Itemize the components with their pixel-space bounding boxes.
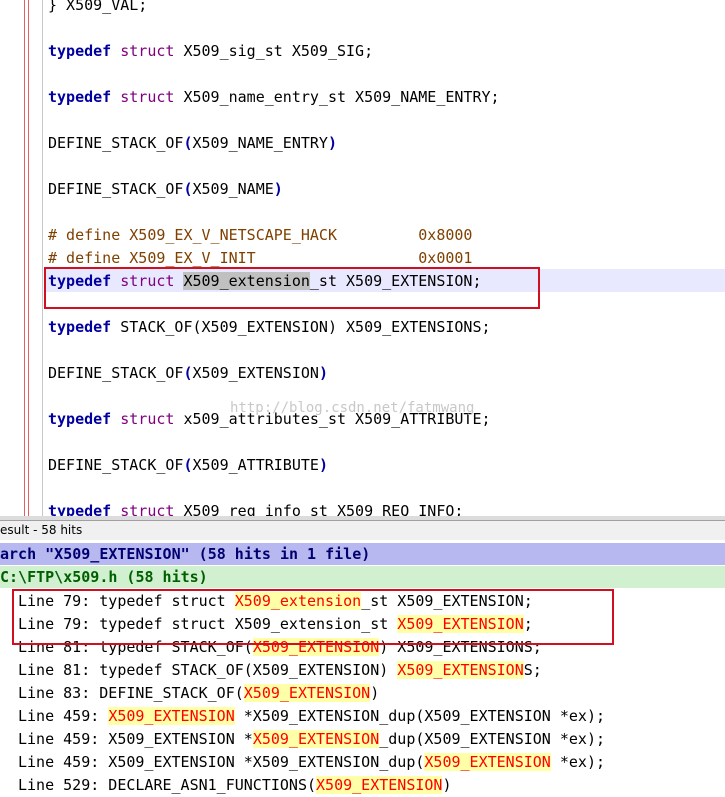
code-token: DEFINE_STACK_OF	[48, 456, 184, 474]
code-token: X509_req_info_st X509_REQ_INFO;	[174, 502, 464, 516]
result-line[interactable]: Line 459: X509_EXTENSION *X509_EXTENSION…	[18, 705, 605, 728]
code-token: typedef	[48, 88, 112, 106]
result-text: )	[370, 684, 380, 702]
result-text: *ex);	[550, 753, 606, 771]
code-line: DEFINE_STACK_OF(X509_NAME)	[48, 178, 283, 201]
code-token: typedef	[48, 42, 112, 60]
code-token: (	[183, 364, 193, 382]
code-token: X509_ATTRIBUTE	[192, 456, 319, 474]
result-text: S;	[523, 661, 542, 679]
code-token: X509_name_entry_st X509_NAME_ENTRY;	[174, 88, 500, 106]
code-token: struct	[120, 88, 175, 106]
code-token: struct	[120, 502, 175, 516]
code-line: typedef struct X509_sig_st X509_SIG;	[48, 40, 373, 63]
result-text: Line 529: DECLARE_ASN1_FUNCTIONS(	[18, 776, 317, 794]
result-line[interactable]: Line 81: typedef STACK_OF(X509_EXTENSION…	[18, 659, 542, 682]
result-text: _dup(X509_EXTENSION *ex);	[379, 730, 606, 748]
result-text: Line 459:	[18, 707, 109, 725]
file-header[interactable]: C:\FTP\x509.h (58 hits)	[0, 566, 725, 588]
code-token: struct	[120, 42, 175, 60]
code-token: X509_EXTENSION	[192, 364, 319, 382]
code-token: } X509_VAL;	[48, 0, 148, 14]
result-text: Line 459: X509_EXTENSION *	[18, 730, 253, 748]
code-line: DEFINE_STACK_OF(X509_EXTENSION)	[48, 362, 328, 385]
code-token: # define X509_EX_V_INIT 0x0001	[48, 249, 473, 267]
code-line: # define X509_EX_V_NETSCAPE_HACK 0x8000	[48, 224, 472, 247]
code-token: DEFINE_STACK_OF	[48, 364, 184, 382]
code-token: (	[183, 180, 193, 198]
code-token: X509_sig_st X509_SIG;	[174, 42, 374, 60]
panel-title: esult - 58 hits	[0, 521, 725, 540]
code-token: )	[318, 364, 328, 382]
code-token: DEFINE_STACK_OF	[48, 180, 184, 198]
code-token: typedef	[48, 502, 112, 516]
result-line[interactable]: Line 83: DEFINE_STACK_OF(X509_EXTENSION)	[18, 682, 379, 705]
margin-line	[24, 0, 25, 516]
code-token: STACK_OF(X509_EXTENSION) X509_EXTENSIONS…	[111, 318, 491, 336]
result-text: Line 459: X509_EXTENSION *X509_EXTENSION…	[18, 753, 425, 771]
search-header[interactable]: arch "X509_EXTENSION" (58 hits in 1 file…	[0, 543, 725, 565]
fold-margin	[42, 0, 43, 516]
match-text: X509_EXTENSION	[397, 661, 524, 679]
match-text: X509_EXTENSION	[424, 753, 551, 771]
line-gutter	[0, 0, 30, 516]
watermark: http://blog.csdn.net/fatmwang	[230, 400, 475, 416]
code-line: } X509_VAL;	[48, 0, 147, 17]
code-line: typedef STACK_OF(X509_EXTENSION) X509_EX…	[48, 316, 491, 339]
code-token: )	[273, 180, 283, 198]
margin-line	[28, 0, 29, 516]
result-text: Line 83: DEFINE_STACK_OF(	[18, 684, 244, 702]
result-line[interactable]: Line 459: X509_EXTENSION *X509_EXTENSION…	[18, 728, 605, 751]
match-text: X509_EXTENSION	[316, 776, 443, 794]
code-token: # define X509_EX_V_NETSCAPE_HACK 0x8000	[48, 226, 473, 244]
code-token: typedef	[48, 410, 112, 428]
code-line: typedef struct X509_req_info_st X509_REQ…	[48, 500, 463, 516]
code-token: typedef	[48, 318, 112, 336]
code-line: typedef struct X509_name_entry_st X509_N…	[48, 86, 500, 109]
code-token: (	[183, 134, 193, 152]
results-highlight-box	[12, 589, 614, 645]
code-token: (	[183, 456, 193, 474]
result-text: *X509_EXTENSION_dup(X509_EXTENSION *ex);	[234, 707, 606, 725]
code-token: DEFINE_STACK_OF	[48, 134, 184, 152]
code-token: X509_NAME	[192, 180, 274, 198]
match-text: X509_EXTENSION	[252, 730, 380, 748]
code-line: DEFINE_STACK_OF(X509_NAME_ENTRY)	[48, 132, 337, 155]
result-text: Line 81: typedef STACK_OF(X509_EXTENSION…	[18, 661, 398, 679]
match-text: X509_EXTENSION	[108, 707, 235, 725]
match-text: X509_EXTENSION	[243, 684, 371, 702]
code-line: DEFINE_STACK_OF(X509_ATTRIBUTE)	[48, 454, 328, 477]
code-editor[interactable]: } X509_VAL;typedef struct X509_sig_st X5…	[0, 0, 725, 516]
result-line[interactable]: Line 459: X509_EXTENSION *X509_EXTENSION…	[18, 751, 605, 774]
code-token: )	[327, 134, 337, 152]
code-token: X509_NAME_ENTRY	[192, 134, 328, 152]
code-token: )	[318, 456, 328, 474]
result-text: )	[442, 776, 452, 794]
result-line[interactable]: Line 529: DECLARE_ASN1_FUNCTIONS(X509_EX…	[18, 774, 451, 797]
code-token: struct	[120, 410, 175, 428]
highlight-box	[44, 267, 540, 309]
